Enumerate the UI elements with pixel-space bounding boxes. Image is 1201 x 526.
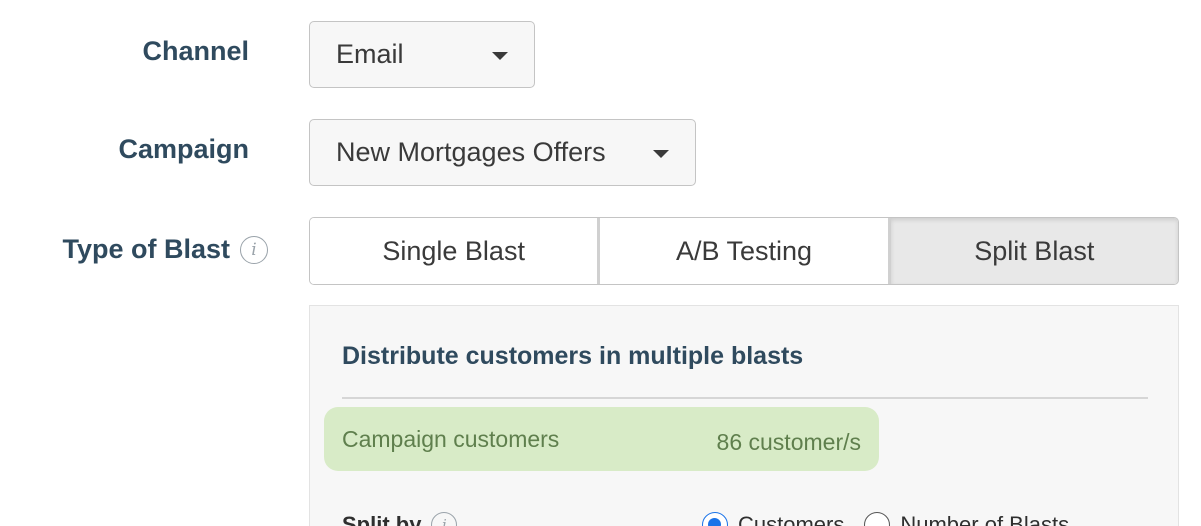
- channel-label-text: Channel: [142, 36, 249, 66]
- chevron-down-icon: [492, 51, 508, 60]
- campaign-select[interactable]: New Mortgages Offers: [309, 119, 696, 186]
- blast-type-label-text: Type of Blast: [62, 234, 230, 264]
- split-panel-title: Distribute customers in multiple blasts: [342, 342, 804, 370]
- campaign-select-value: New Mortgages Offers: [336, 137, 606, 167]
- chevron-down-icon: [653, 149, 669, 158]
- split-by-customers-label: Customers: [738, 512, 845, 526]
- split-by-blasts-option[interactable]: Number of Blasts: [864, 512, 1069, 526]
- split-blast-panel: Distribute customers in multiple blasts …: [309, 305, 1179, 526]
- info-icon[interactable]: i: [240, 235, 268, 264]
- campaign-label: Campaign: [118, 134, 249, 165]
- split-by-label: Split by i: [342, 512, 458, 526]
- panel-divider: [342, 397, 1148, 399]
- radio-unchecked-icon[interactable]: [864, 512, 891, 526]
- campaign-customers-summary: Campaign customers 86 customer/s: [324, 407, 879, 471]
- split-by-label-text: Split by: [342, 512, 422, 526]
- radio-checked-icon[interactable]: [702, 512, 728, 526]
- channel-select-value: Email: [336, 39, 404, 69]
- campaign-label-text: Campaign: [118, 134, 249, 164]
- channel-label: Channel: [142, 36, 249, 67]
- blast-type-segmented-control: Single Blast A/B Testing Split Blast: [309, 217, 1179, 285]
- blast-type-label: Type of Blast i: [62, 234, 268, 265]
- split-by-blasts-label: Number of Blasts: [900, 512, 1070, 526]
- channel-select[interactable]: Email: [309, 21, 535, 88]
- split-by-radio-group: Customers Number of Blasts: [702, 512, 1069, 526]
- info-icon[interactable]: i: [431, 512, 458, 526]
- summary-count: 86 customer/s: [716, 428, 861, 455]
- split-by-customers-option[interactable]: Customers: [702, 512, 844, 526]
- blast-type-split-button[interactable]: Split Blast: [890, 218, 1178, 284]
- blast-type-single-button[interactable]: Single Blast: [310, 218, 601, 284]
- blast-type-ab-testing-button[interactable]: A/B Testing: [600, 218, 891, 284]
- summary-label: Campaign customers: [342, 425, 560, 452]
